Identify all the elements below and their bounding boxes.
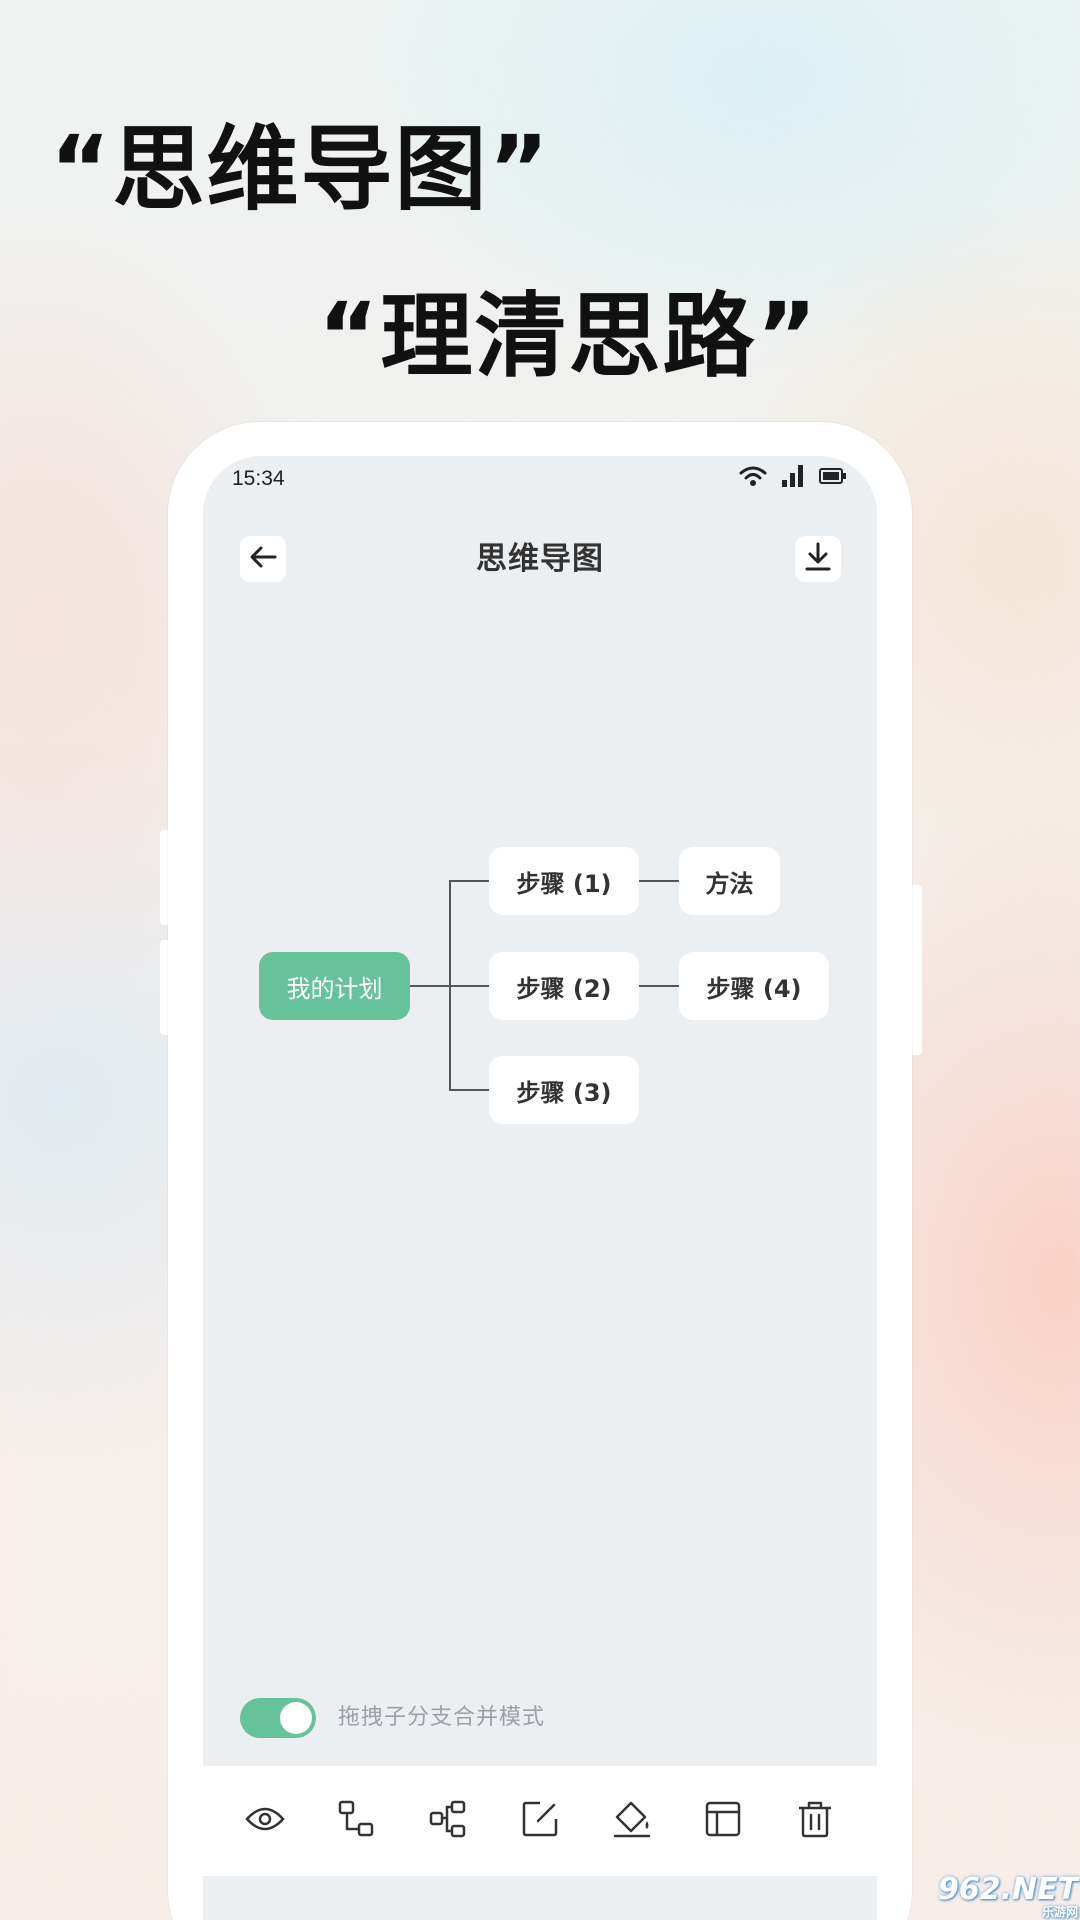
phone-screen: 15:34 思维导图 我的计划 步骤 (1) 步骤 (2) 步骤 (3) 方法 … [203, 456, 877, 1920]
preview-button[interactable] [235, 1791, 295, 1851]
connector-line [639, 985, 679, 987]
fill-color-button[interactable] [602, 1791, 662, 1851]
merge-mode-label: 拖拽子分支合并模式 [338, 1705, 546, 1730]
battery-icon [819, 467, 847, 489]
headline-line-1: “思维导图” [50, 116, 551, 223]
status-icons [739, 464, 847, 492]
eye-icon [245, 1805, 285, 1837]
mind-map-node[interactable]: 方法 [679, 847, 780, 915]
download-button[interactable] [795, 536, 841, 582]
page-title: 思维导图 [476, 541, 604, 577]
trash-icon [796, 1799, 834, 1843]
headline-line-2: “理清思路” [318, 283, 819, 390]
wifi-icon [739, 465, 767, 491]
edit-icon [520, 1799, 560, 1843]
download-icon [804, 542, 832, 576]
connector-line [449, 880, 489, 882]
edit-button[interactable] [510, 1791, 570, 1851]
watermark-logo: 962.NET 乐游网 [938, 1872, 1078, 1920]
add-child-node-icon [337, 1799, 377, 1843]
mind-map-node[interactable]: 步骤 (1) [489, 847, 639, 915]
mind-map-node[interactable]: 步骤 (2) [489, 952, 639, 1020]
delete-button[interactable] [785, 1791, 845, 1851]
add-child-node-button[interactable] [327, 1791, 387, 1851]
connector-line [410, 985, 450, 987]
merge-mode-toggle[interactable] [240, 1698, 316, 1738]
connector-line [449, 1089, 489, 1091]
add-sibling-node-button[interactable] [418, 1791, 478, 1851]
layout-button[interactable] [693, 1791, 753, 1851]
add-sibling-node-icon [428, 1799, 468, 1843]
signal-icon [781, 464, 805, 492]
layout-icon [703, 1799, 743, 1843]
mind-map-root-node[interactable]: 我的计划 [259, 952, 410, 1020]
bottom-toolbar [203, 1766, 877, 1876]
connector-line [449, 985, 489, 987]
mind-map-node[interactable]: 步骤 (3) [489, 1056, 639, 1124]
watermark-text: 962.NET [938, 1872, 1079, 1907]
bottom-strip [203, 1876, 877, 1920]
mind-map-node[interactable]: 步骤 (4) [679, 952, 829, 1020]
paint-bucket-icon [611, 1799, 653, 1843]
status-time: 15:34 [232, 467, 285, 490]
connector-line [639, 880, 679, 882]
toggle-knob [280, 1702, 312, 1734]
